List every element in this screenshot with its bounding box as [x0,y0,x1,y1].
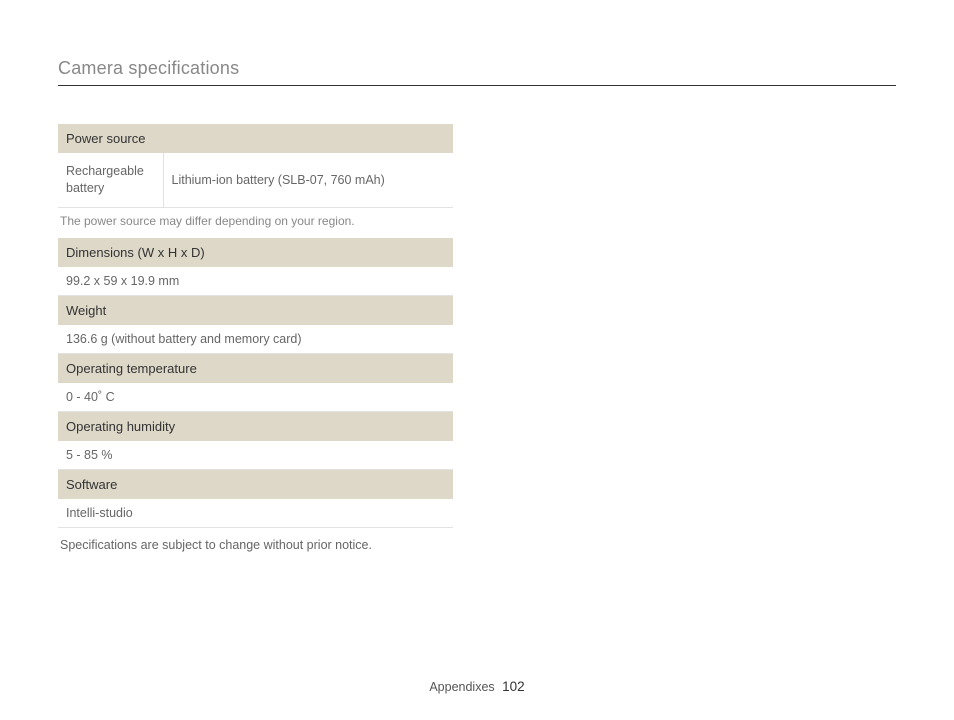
spec-value: Intelli-studio [58,499,453,528]
specifications-footnote: Specifications are subject to change wit… [60,538,896,552]
specifications-table: Power source Rechargeable battery Lithiu… [58,124,453,208]
specifications-table-cont: Dimensions (W x H x D) 99.2 x 59 x 19.9 … [58,238,453,528]
section-header-software: Software [58,469,453,499]
spec-row-humidity: 5 - 85 % [58,441,453,470]
section-header-power-source: Power source [58,124,453,153]
section-header-label: Operating humidity [58,411,453,441]
spec-row-rechargeable-battery: Rechargeable battery Lithium-ion battery… [58,153,453,207]
section-header-dimensions: Dimensions (W x H x D) [58,238,453,267]
footer-page-number: 102 [502,679,525,694]
spec-value: 99.2 x 59 x 19.9 mm [58,267,453,296]
page-title: Camera specifications [58,58,896,86]
section-header-humidity: Operating humidity [58,411,453,441]
section-header-label: Operating temperature [58,353,453,383]
footer-section: Appendixes [429,680,494,694]
spec-row-weight: 136.6 g (without battery and memory card… [58,325,453,354]
spec-value: 136.6 g (without battery and memory card… [58,325,453,354]
spec-value: 5 - 85 % [58,441,453,470]
section-header-temperature: Operating temperature [58,353,453,383]
section-header-label: Power source [58,124,453,153]
section-header-weight: Weight [58,295,453,325]
spec-value: 0 - 40˚ C [58,383,453,412]
spec-label: Rechargeable battery [58,153,163,207]
spec-value: Lithium-ion battery (SLB-07, 760 mAh) [163,153,453,207]
spec-row-dimensions: 99.2 x 59 x 19.9 mm [58,267,453,296]
section-header-label: Weight [58,295,453,325]
power-source-note: The power source may differ depending on… [60,214,896,228]
spec-row-temperature: 0 - 40˚ C [58,383,453,412]
section-header-label: Dimensions (W x H x D) [58,238,453,267]
page-footer: Appendixes 102 [0,679,954,694]
spec-row-software: Intelli-studio [58,499,453,528]
section-header-label: Software [58,469,453,499]
